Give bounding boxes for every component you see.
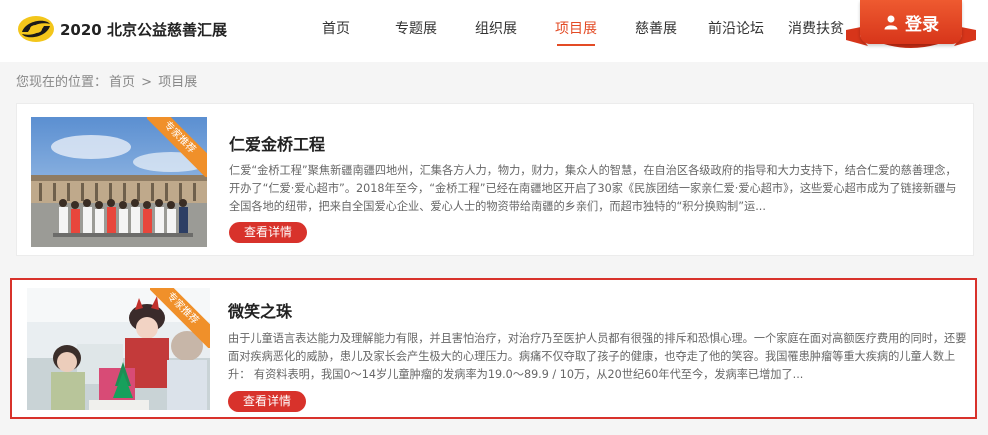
view-details-button[interactable]: 查看详情 xyxy=(228,391,306,412)
nav-projects[interactable]: 项目展 xyxy=(536,0,616,62)
breadcrumb-home[interactable]: 首页 xyxy=(109,75,135,90)
site-title[interactable]: 2020 北京公益慈善汇展 xyxy=(60,19,227,40)
breadcrumb: 您现在的位置： 首页 > 项目展 xyxy=(16,71,199,90)
breadcrumb-current: 项目展 xyxy=(158,75,198,90)
login-button[interactable]: 登录 xyxy=(860,0,962,44)
project-card: 专家推荐 微笑之珠 由于儿童语言表达能力及理解能力有限，并且害怕治疗，对治疗乃至… xyxy=(10,278,977,419)
project-photo[interactable]: 专家推荐 xyxy=(27,288,210,410)
swirl-logo-icon[interactable] xyxy=(16,12,56,46)
expert-recommend-badge: 专家推荐 xyxy=(150,288,210,348)
breadcrumb-prefix: 您现在的位置： xyxy=(16,75,108,90)
site-header: 2020 北京公益慈善汇展 首页 专题展 组织展 项目展 慈善展 前沿论坛 消费… xyxy=(0,0,988,62)
nav-topics[interactable]: 专题展 xyxy=(376,0,456,62)
expert-recommend-badge: 专家推荐 xyxy=(147,117,207,177)
user-icon xyxy=(884,15,898,30)
breadcrumb-separator: > xyxy=(141,75,153,90)
view-details-button[interactable]: 查看详情 xyxy=(229,222,307,243)
project-title[interactable]: 仁爱金桥工程 xyxy=(229,131,325,155)
nav-forum[interactable]: 前沿论坛 xyxy=(696,0,776,62)
project-title[interactable]: 微笑之珠 xyxy=(228,298,292,322)
project-card: 专家推荐 仁爱金桥工程 仁爱“金桥工程”聚焦新疆南疆四地州，汇集各方人力，物力，… xyxy=(16,103,974,256)
main-nav: 首页 专题展 组织展 项目展 慈善展 前沿论坛 消费扶贫 xyxy=(296,0,856,62)
nav-organizations[interactable]: 组织展 xyxy=(456,0,536,62)
nav-home[interactable]: 首页 xyxy=(296,0,376,62)
project-description: 仁爱“金桥工程”聚焦新疆南疆四地州，汇集各方人力，物力，财力，集众人的智慧，在自… xyxy=(229,164,957,213)
login-area: 登录 xyxy=(846,0,976,56)
nav-consumption-poverty[interactable]: 消费扶贫 xyxy=(776,0,856,62)
nav-charity[interactable]: 慈善展 xyxy=(616,0,696,62)
project-description: 由于儿童语言表达能力及理解能力有限，并且害怕治疗，对治疗乃至医护人员都有很强的排… xyxy=(228,332,967,381)
project-photo[interactable]: 专家推荐 xyxy=(31,117,207,247)
login-label: 登录 xyxy=(905,14,939,35)
